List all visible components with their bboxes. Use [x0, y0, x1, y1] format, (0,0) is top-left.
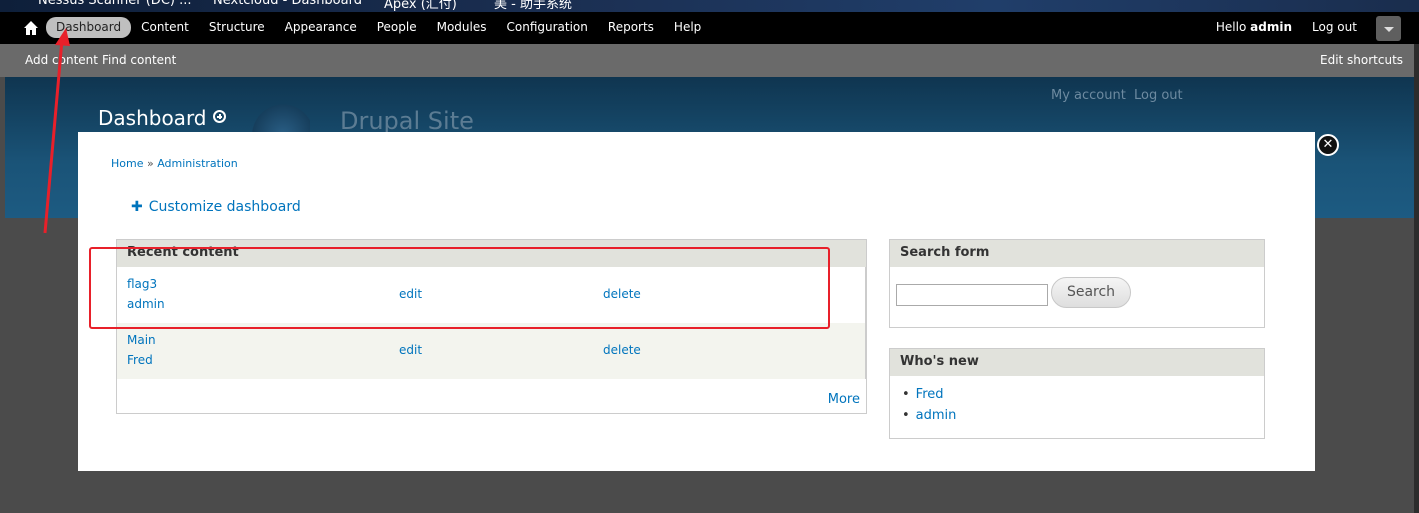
home-icon[interactable]	[22, 19, 40, 37]
breadcrumb-home[interactable]: Home	[111, 157, 143, 170]
toolbar-item-structure[interactable]: Structure	[199, 17, 275, 38]
toolbar-menu: Dashboard Content Structure Appearance P…	[46, 17, 711, 38]
browser-bookmarks-bar: Nessus Scanner (DC) ... Nextcloud - Dash…	[0, 0, 1419, 12]
search-form-block: Search form Search	[889, 239, 1265, 328]
my-account-link[interactable]: My account	[1051, 88, 1126, 103]
user-link[interactable]: Fred	[916, 387, 944, 402]
shortcut-find-content[interactable]: Find content	[102, 53, 176, 67]
customize-dashboard-link[interactable]: ✚ Customize dashboard	[131, 199, 301, 215]
hello-text: Hello	[1215, 20, 1247, 34]
shortcuts-bar: Add content Find content Edit shortcuts	[0, 44, 1419, 77]
whos-new-block: Who's new Fred admin	[889, 348, 1265, 439]
toolbar-item-modules[interactable]: Modules	[427, 17, 497, 38]
whos-new-list: Fred admin	[890, 376, 1264, 434]
list-item: Fred	[902, 384, 1252, 405]
toolbar-item-configuration[interactable]: Configuration	[497, 17, 598, 38]
toolbar-item-appearance[interactable]: Appearance	[275, 17, 367, 38]
edit-link[interactable]: edit	[399, 343, 422, 357]
breadcrumb: Home » Administration	[111, 157, 238, 170]
site-name: Drupal Site	[340, 107, 474, 135]
search-form-title: Search form	[890, 240, 1264, 267]
page-scroll-edge	[1414, 44, 1419, 513]
toolbar-item-content[interactable]: Content	[131, 17, 199, 38]
user-link[interactable]: admin	[916, 408, 957, 423]
breadcrumb-administration[interactable]: Administration	[157, 157, 238, 170]
plus-icon: ✚	[131, 199, 143, 215]
breadcrumb-separator: »	[143, 157, 158, 170]
user-greeting: Hello admin	[1216, 20, 1292, 34]
toolbar-item-help[interactable]: Help	[664, 17, 711, 38]
overlay-close-button[interactable]: ✕	[1317, 134, 1339, 156]
content-author-link[interactable]: Fred	[127, 353, 153, 367]
page-title: Dashboard	[98, 106, 207, 130]
bookmark-item[interactable]: 美 - 助手系统	[494, 0, 572, 12]
bookmark-item[interactable]: Nessus Scanner (DC) ...	[38, 0, 192, 8]
more-link[interactable]: More	[828, 392, 860, 407]
table-row: Main Fred edit delete	[117, 323, 866, 379]
add-to-shortcuts-icon[interactable]	[213, 110, 226, 123]
list-item: admin	[902, 405, 1252, 426]
annotation-highlight-box	[89, 247, 830, 329]
bookmark-item[interactable]: Apex (汇付)	[384, 0, 457, 12]
toolbar-item-people[interactable]: People	[367, 17, 427, 38]
toolbar-item-dashboard[interactable]: Dashboard	[46, 17, 132, 38]
bookmark-item[interactable]: Nextcloud - Dashboard	[213, 0, 362, 8]
toolbar-item-reports[interactable]: Reports	[598, 17, 664, 38]
toolbar-logout-link[interactable]: Log out	[1312, 20, 1357, 34]
admin-toolbar: Dashboard Content Structure Appearance P…	[0, 12, 1419, 44]
whos-new-title: Who's new	[890, 349, 1264, 376]
site-logout-link[interactable]: Log out	[1134, 88, 1183, 103]
username-link[interactable]: admin	[1250, 20, 1292, 34]
delete-link[interactable]: delete	[603, 343, 641, 357]
edit-shortcuts-link[interactable]: Edit shortcuts	[1320, 53, 1403, 67]
content-title-link[interactable]: Main	[127, 333, 156, 347]
search-input[interactable]	[896, 284, 1048, 306]
toolbar-drawer-toggle[interactable]	[1376, 16, 1401, 41]
shortcut-add-content[interactable]: Add content	[25, 53, 98, 67]
search-button[interactable]: Search	[1051, 277, 1131, 308]
customize-dashboard-label: Customize dashboard	[148, 199, 301, 215]
